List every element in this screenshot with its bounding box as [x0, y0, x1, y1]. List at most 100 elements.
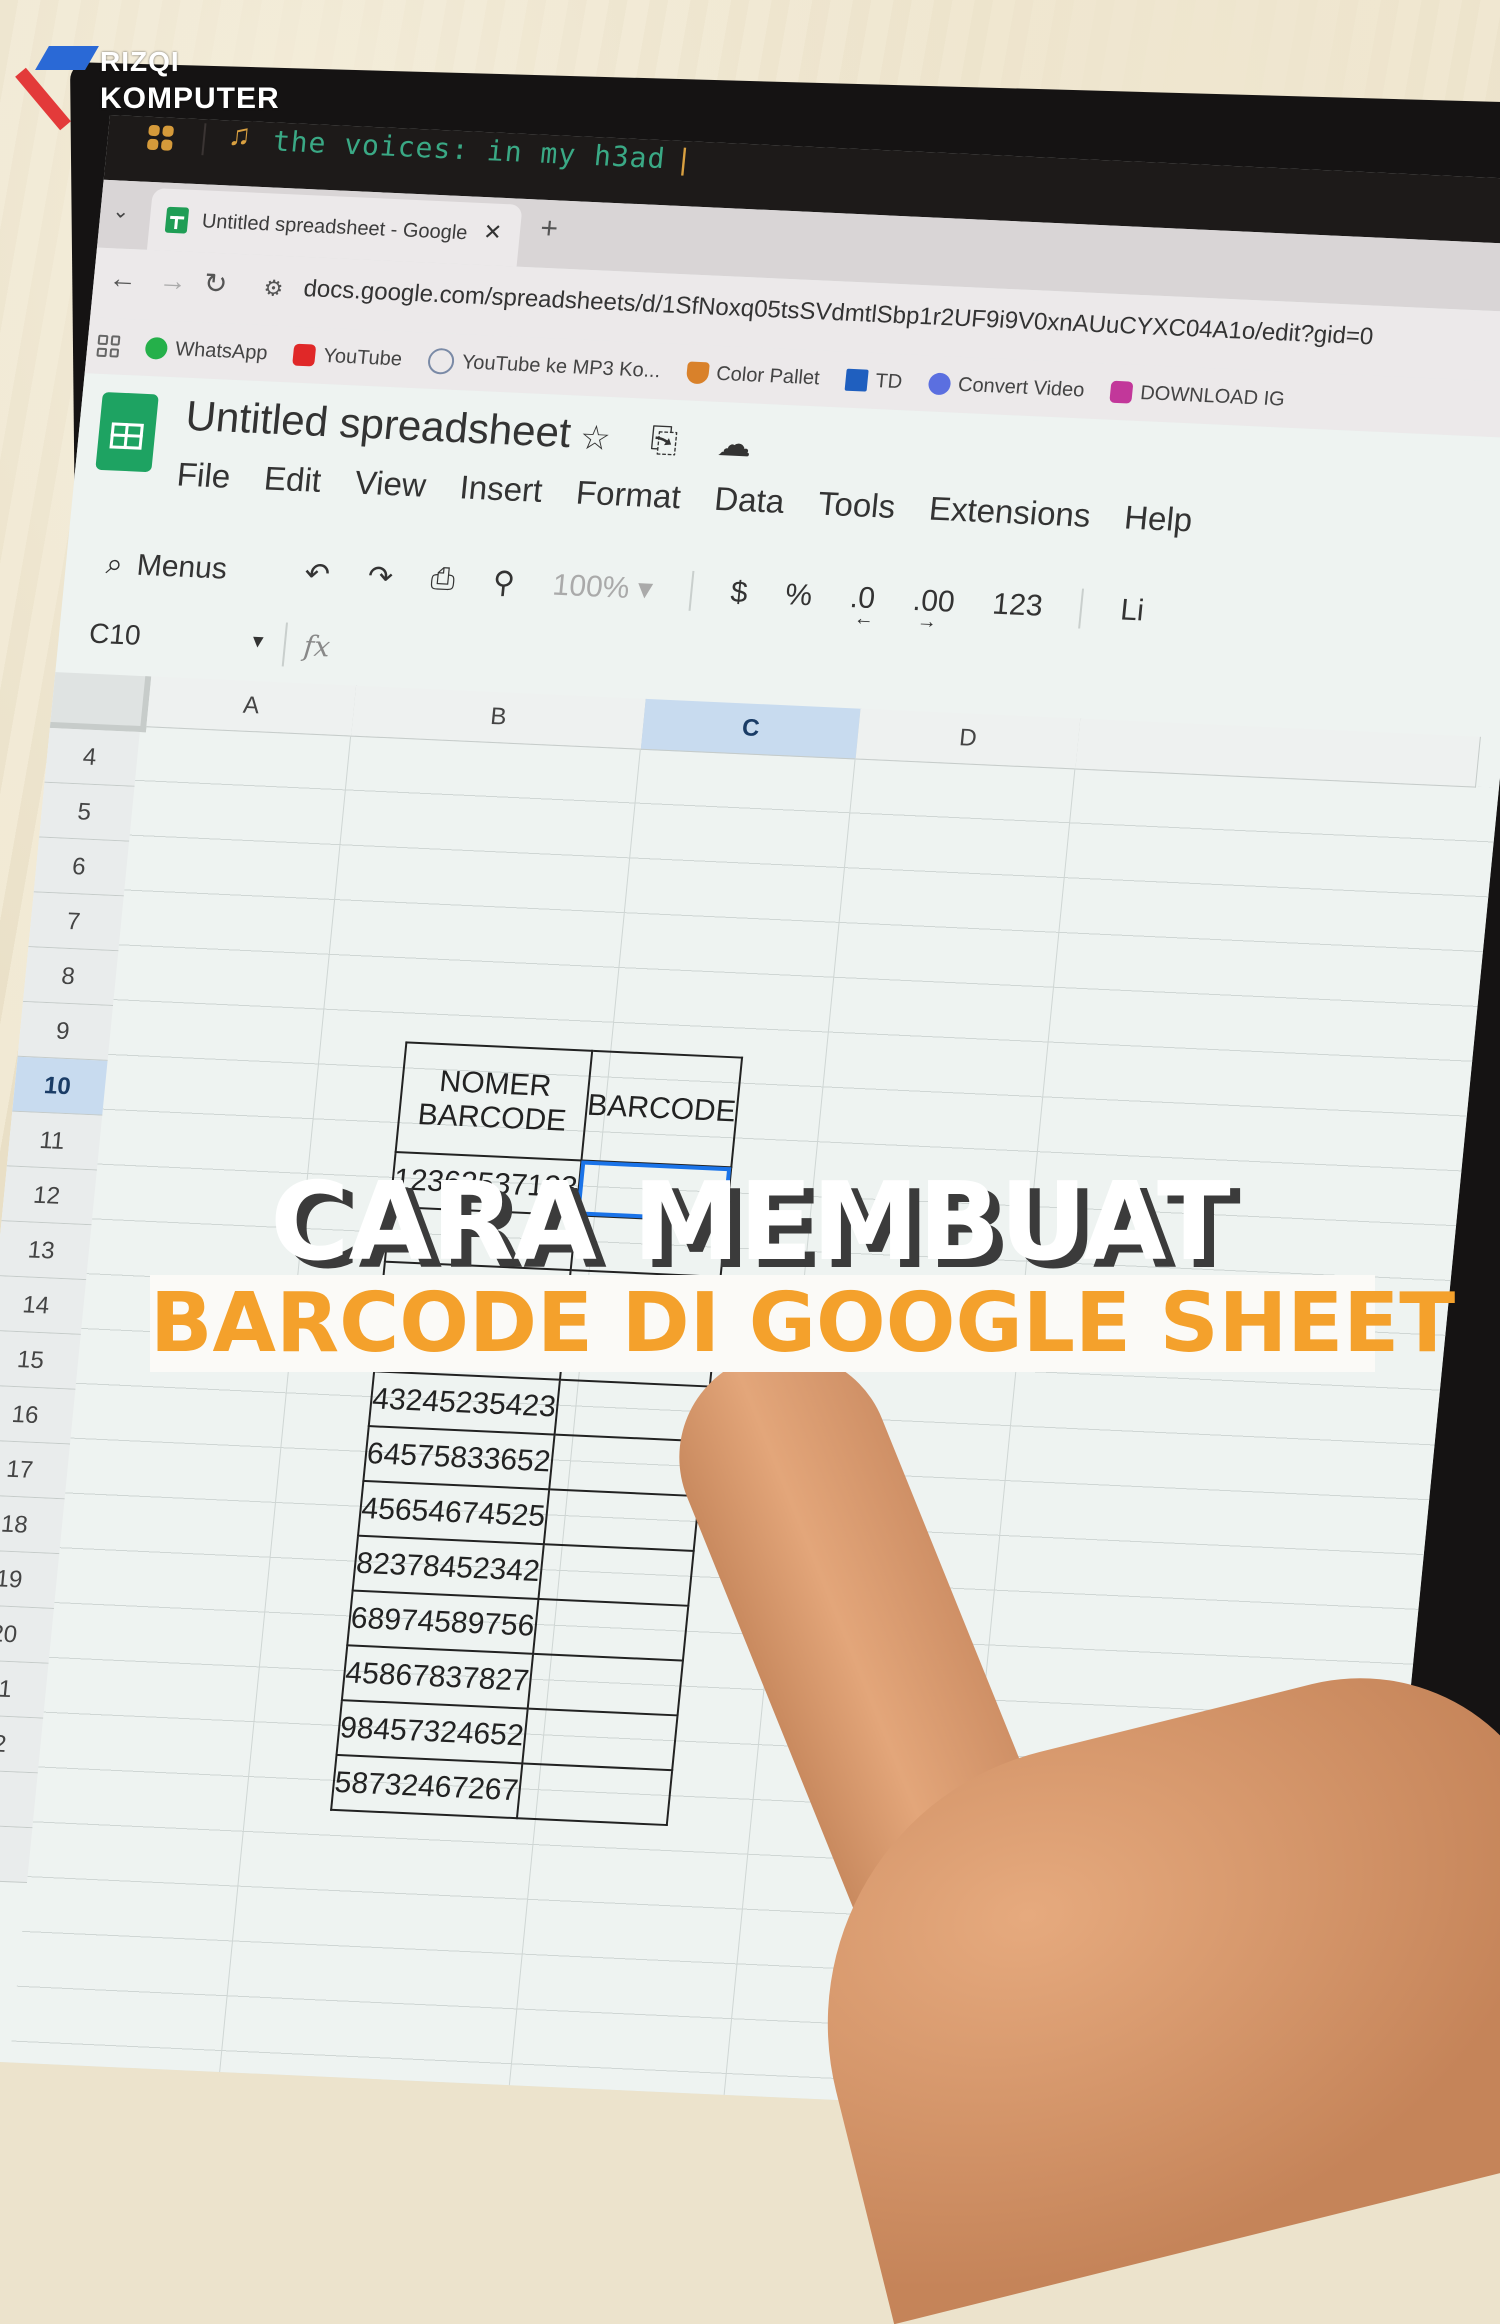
menu-insert[interactable]: Insert [458, 468, 544, 510]
chevron-down-icon: ▾ [636, 571, 655, 606]
forward-arrow-icon[interactable]: → [157, 264, 189, 297]
row-header-4[interactable]: 4 [39, 727, 140, 787]
move-folder-icon[interactable]: ⎘ [649, 421, 680, 462]
bookmark-label: WhatsApp [174, 337, 269, 364]
bookmark-label: TD [874, 369, 904, 393]
row-header-7[interactable]: 7 [23, 892, 124, 952]
menu-data[interactable]: Data [713, 480, 786, 521]
row-header-15[interactable]: 15 [0, 1330, 81, 1390]
row-header-9[interactable]: 9 [12, 1001, 113, 1061]
zoom-select[interactable]: 100% ▾ [551, 567, 654, 606]
print-icon[interactable]: ⎙ [429, 562, 456, 597]
row-header-16[interactable]: 16 [0, 1385, 76, 1445]
row-header-18[interactable]: 18 [0, 1495, 65, 1555]
apps-icon[interactable] [96, 334, 121, 358]
bookmark-convert-video[interactable]: Convert Video [927, 372, 1085, 402]
row-header-22[interactable]: 22 [0, 1714, 44, 1774]
barcode-cell[interactable] [532, 1598, 689, 1661]
row-header-21[interactable]: 21 [0, 1659, 49, 1719]
search-menus-label: Menus [135, 548, 229, 586]
barcode-number-cell[interactable]: 82378452342 [352, 1535, 544, 1599]
brand-name-line1: RIZQI [100, 46, 180, 77]
row-header-20[interactable]: 20 [0, 1604, 54, 1664]
column-gridline [208, 735, 352, 2125]
header-nomer-barcode[interactable]: NOMER BARCODE [395, 1042, 592, 1161]
back-arrow-icon[interactable]: ← [107, 262, 139, 295]
cloud-saved-icon[interactable]: ☁ [716, 424, 754, 465]
name-box-dropdown-icon[interactable]: ▼ [248, 631, 268, 653]
menu-extensions[interactable]: Extensions [927, 490, 1092, 535]
menu-help[interactable]: Help [1123, 498, 1194, 539]
increase-decimal-button[interactable]: .00 → [911, 584, 956, 633]
site-settings-icon[interactable]: ⚙ [262, 275, 284, 302]
convert-icon [927, 372, 952, 396]
name-box[interactable]: C10 [88, 618, 142, 652]
barcode-number-cell[interactable]: 45654674525 [358, 1480, 549, 1545]
barcode-cell[interactable] [527, 1653, 683, 1716]
music-note-icon: ♫ [226, 118, 253, 153]
taskbar-divider [201, 123, 207, 156]
bookmark-whatsapp[interactable]: WhatsApp [144, 336, 269, 364]
select-all-corner[interactable] [44, 671, 152, 733]
menu-file[interactable]: File [175, 455, 232, 495]
row-header-10[interactable]: 10 [7, 1056, 108, 1116]
star-icon[interactable]: ☆ [578, 418, 612, 459]
cursor-caret: | [673, 142, 695, 177]
search-menus-button[interactable]: ⌕ Menus [104, 547, 229, 586]
tab-search-chevron-icon[interactable]: ⌄ [111, 198, 131, 224]
search-icon: ⌕ [104, 547, 125, 581]
barcode-number-cell[interactable]: 58732467267 [331, 1754, 522, 1819]
caption-subtitle: BARCODE DI GOOGLE SHEET [150, 1275, 1456, 1372]
barcode-number-cell[interactable]: 43245235423 [368, 1371, 560, 1435]
barcode-cell[interactable] [543, 1489, 699, 1551]
barcode-cell[interactable] [537, 1544, 694, 1606]
barcode-number-cell[interactable]: 98457324652 [336, 1700, 528, 1764]
barcode-number-cell[interactable]: 64575833652 [363, 1426, 555, 1490]
apps-grid-icon[interactable] [146, 124, 176, 152]
bookmark-youtube[interactable]: YouTube [292, 343, 403, 371]
bookmark-download-ig[interactable]: DOWNLOAD IG [1109, 380, 1286, 411]
reload-icon[interactable]: ↻ [202, 266, 229, 300]
menu-bar: File Edit View Insert Format Data Tools … [175, 455, 1194, 539]
row-header-23[interactable]: 23 [0, 1769, 38, 1829]
row-header-19[interactable]: 19 [0, 1549, 60, 1609]
row-header-5[interactable]: 5 [34, 782, 135, 842]
new-tab-button[interactable]: + [539, 212, 560, 247]
bookmark-td[interactable]: TD [844, 368, 903, 393]
bookmark-color-pallet[interactable]: Color Pallet [685, 361, 821, 390]
formula-divider [281, 622, 289, 667]
barcode-cell[interactable] [516, 1763, 673, 1826]
header-barcode[interactable]: BARCODE [580, 1050, 742, 1168]
table-header-row: NOMER BARCODE BARCODE [395, 1042, 742, 1168]
barcode-number-cell[interactable]: 68974589756 [347, 1590, 538, 1654]
title-actions: ☆ ⎘ ☁ [578, 418, 753, 466]
brand-name-line2: KOMPUTER [100, 82, 280, 115]
instagram-icon [1109, 380, 1134, 404]
close-tab-icon[interactable]: ✕ [482, 219, 503, 246]
menu-edit[interactable]: Edit [262, 459, 322, 499]
format-percent-button[interactable]: % [784, 578, 814, 613]
barcode-cell[interactable] [521, 1708, 678, 1771]
bookmark-youtube-mp3[interactable]: YouTube ke MP3 Ko... [426, 347, 662, 384]
paint-format-icon[interactable]: ⚲ [491, 564, 516, 600]
menu-format[interactable]: Format [574, 474, 682, 517]
barcode-number-cell[interactable]: 45867837827 [341, 1645, 533, 1709]
more-formats-button[interactable]: 123 [991, 588, 1044, 624]
menu-view[interactable]: View [353, 464, 427, 505]
format-currency-button[interactable]: $ [729, 576, 749, 611]
decrease-decimal-button[interactable]: .0 ← [848, 581, 876, 630]
td-icon [844, 368, 869, 392]
sheets-logo-icon[interactable] [95, 391, 159, 473]
download-cloud-icon [426, 347, 456, 375]
font-select[interactable]: Li [1119, 593, 1146, 628]
undo-icon[interactable]: ↶ [303, 556, 332, 592]
row-header-6[interactable]: 6 [28, 837, 130, 897]
menu-tools[interactable]: Tools [816, 485, 897, 526]
row-header-17[interactable]: 17 [0, 1440, 70, 1500]
bookmark-label: Color Pallet [715, 362, 821, 389]
palette-icon [685, 361, 710, 385]
row-header-8[interactable]: 8 [18, 946, 119, 1007]
redo-icon[interactable]: ↷ [366, 559, 395, 595]
tab-title: Untitled spreadsheet - Google [200, 209, 469, 244]
document-title[interactable]: Untitled spreadsheet [184, 392, 573, 457]
